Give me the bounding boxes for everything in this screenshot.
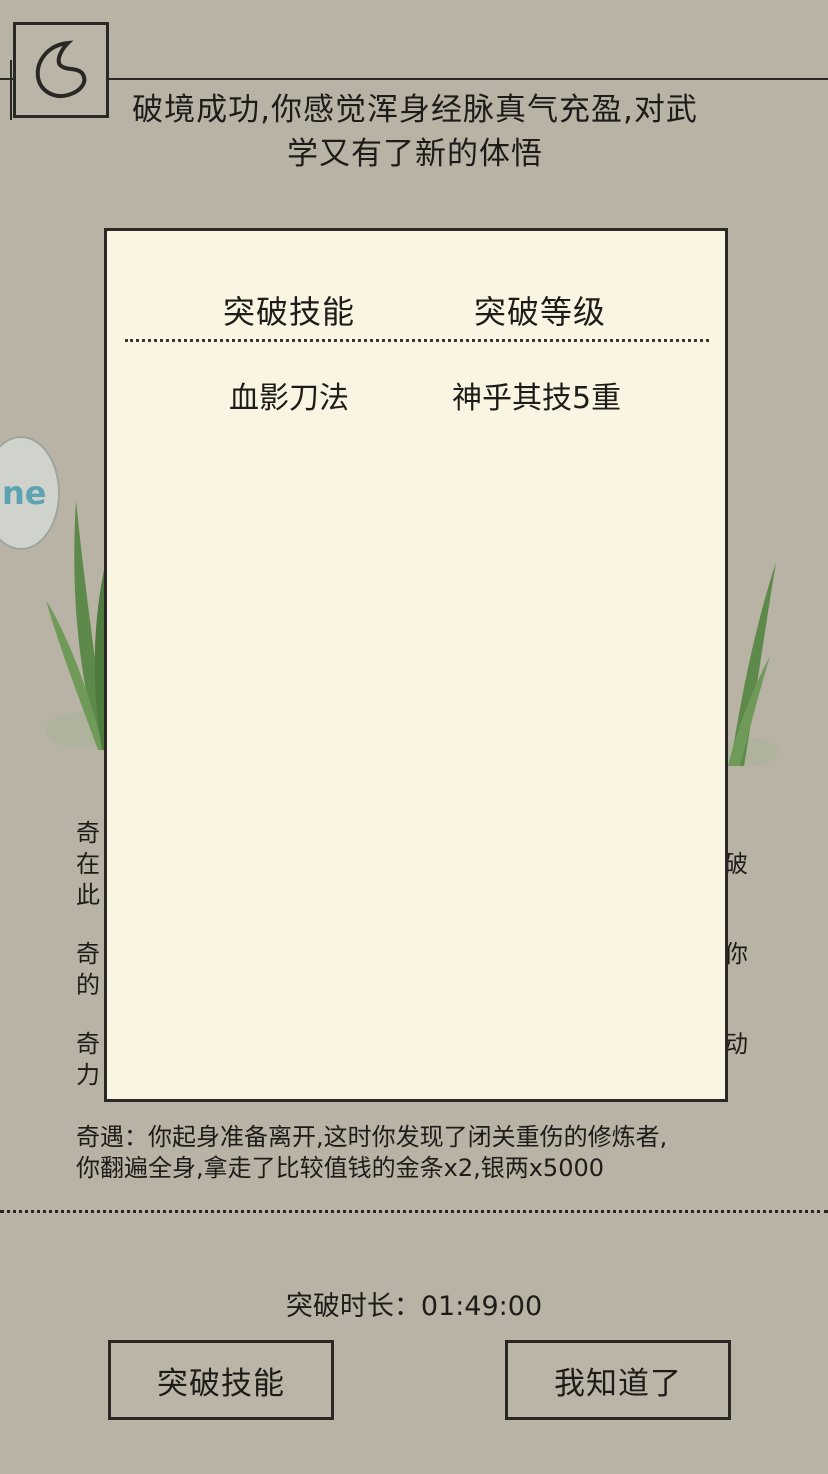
frame-left-line (10, 60, 12, 120)
log-line: 奇遇：你起身准备离开,这时你发现了闭关重伤的修炼者, (76, 1123, 668, 1151)
breakthrough-message: 破境成功,你感觉浑身经脉真气充盈,对武学又有了新的体悟 (132, 92, 698, 172)
grass-left-icon (46, 500, 110, 750)
log-char: 力 (76, 1061, 100, 1089)
section-divider (0, 1210, 828, 1213)
panel-divider (125, 339, 709, 342)
column-header-level: 突破等级 (474, 293, 607, 331)
breakthrough-skill-button[interactable]: 突破技能 (108, 1340, 334, 1420)
grass-right-icon (724, 562, 778, 766)
breakthrough-duration: 突破时长：01:49:00 (285, 1291, 543, 1322)
log-char: 奇 (76, 1030, 100, 1058)
result-skill-name: 血影刀法 (229, 381, 349, 416)
result-skill-level: 神乎其技5重 (452, 381, 622, 416)
log-char: 在 (76, 850, 100, 878)
frame-top-line (0, 78, 828, 80)
log-char: 此 (76, 881, 100, 909)
log-char: 奇 (76, 940, 100, 968)
breakthrough-result-panel: 突破技能 突破等级 血影刀法 神乎其技5重 (104, 228, 728, 1102)
column-header-skill: 突破技能 (223, 293, 356, 331)
back-button[interactable] (13, 22, 109, 118)
log-char: 奇 (76, 819, 100, 847)
acknowledge-button[interactable]: 我知道了 (505, 1340, 731, 1420)
event-log-latest: 奇遇：你起身准备离开,这时你发现了闭关重伤的修炼者, 你翻遍全身,拿走了比较值钱… (76, 1122, 776, 1184)
log-char: 的 (76, 971, 100, 999)
log-line: 你翻遍全身,拿走了比较值钱的金条x2,银两x5000 (76, 1154, 605, 1182)
back-icon (35, 40, 87, 98)
